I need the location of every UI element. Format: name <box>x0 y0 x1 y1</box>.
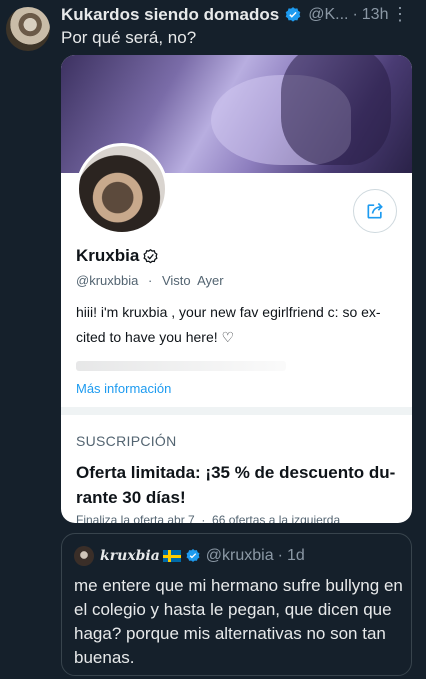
profile-name: Kruxbia <box>76 246 140 265</box>
subscription-label: SUSCRIPCIÓN <box>76 433 177 449</box>
profile-name-row: Kruxbia <box>76 246 159 266</box>
offer-title: Oferta limitada: ¡35 % de descuento du-r… <box>76 463 396 507</box>
verified-outline-icon <box>143 248 158 263</box>
tweet-timestamp[interactable]: 13h <box>362 6 389 24</box>
swedish-flag-icon <box>162 550 181 562</box>
quoted-tweet-header: kruxbia @kruxbia · 1d <box>100 546 305 566</box>
quoted-tweet[interactable]: kruxbia @kruxbia · 1d me entere que mi h… <box>61 533 412 676</box>
quoted-separator: · <box>277 547 283 564</box>
profile-handle: @kruxbbia <box>76 273 139 288</box>
profile-avatar <box>76 143 168 235</box>
profile-meta: @kruxbbia · Visto Ayer <box>76 273 224 288</box>
faded-text-line <box>76 361 286 371</box>
meta-separator: · <box>147 273 153 288</box>
quoted-tweet-text: me entere que mi hermano sufre bullyng e… <box>74 576 403 667</box>
more-info-link[interactable]: Más información <box>76 381 171 396</box>
quoted-author-avatar <box>74 546 94 566</box>
tweet-header: Kukardos siendo domados @K... · 13h ⋮ <box>61 4 416 26</box>
profile-card[interactable]: Kruxbia @kruxbbia · Visto Ayer hiii! i'm… <box>61 55 412 523</box>
author-display-name[interactable]: Kukardos siendo domados <box>61 5 279 25</box>
more-icon[interactable]: ⋮ <box>391 4 409 24</box>
share-button[interactable] <box>353 189 397 233</box>
offer-footer: Finaliza la oferta abr 7 · 66 ofertas a … <box>76 513 341 523</box>
quoted-timestamp: 1d <box>286 547 305 564</box>
author-avatar[interactable] <box>6 7 50 51</box>
header-separator: · <box>352 6 358 23</box>
tweet-text: Por qué será, no? <box>61 28 197 47</box>
author-handle[interactable]: @K... <box>308 6 348 24</box>
section-divider <box>61 407 412 415</box>
quoted-author-handle: @kruxbia <box>205 547 274 564</box>
quoted-author-name: kruxbia <box>100 548 160 564</box>
share-icon <box>367 202 383 219</box>
profile-bio: hiii! i'm kruxbia , your new fav egirlfr… <box>76 304 381 345</box>
banner-shape <box>281 55 391 165</box>
verified-badge-icon <box>186 549 200 562</box>
last-seen: Visto Ayer <box>161 273 224 288</box>
verified-badge-icon <box>285 7 301 22</box>
